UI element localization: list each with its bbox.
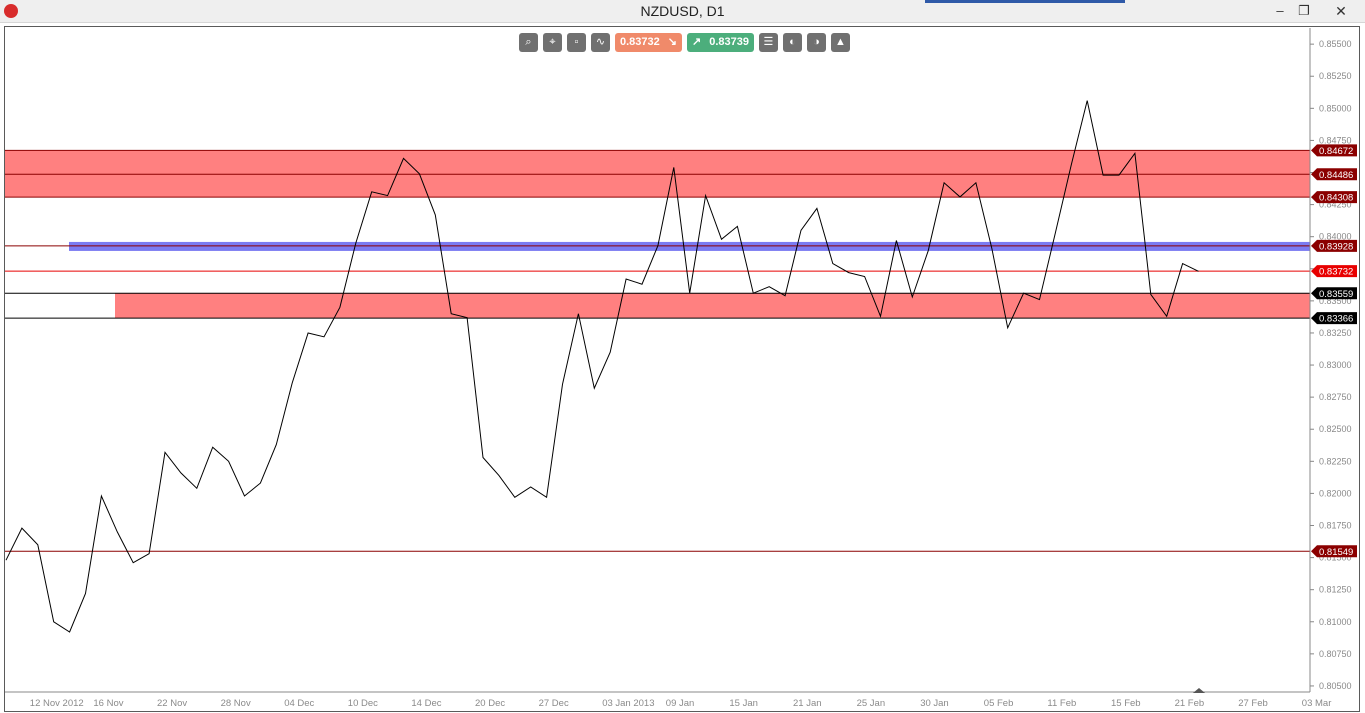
template-icon[interactable]: ▲: [830, 33, 850, 52]
y-tick-label: 0.84750: [1319, 135, 1352, 145]
y-tick-label: 0.82750: [1319, 392, 1352, 402]
y-tick-label: 0.80500: [1319, 681, 1352, 691]
y-tick-label: 0.85000: [1319, 103, 1352, 113]
x-tick-label: 15 Feb: [1111, 698, 1141, 709]
price-chart[interactable]: 0.855000.852500.850000.847500.845000.842…: [0, 0, 1365, 713]
y-tick-label: 0.80750: [1319, 649, 1352, 659]
y-tick-label: 0.82250: [1319, 456, 1352, 466]
buy-arrow-icon: ↗: [691, 36, 702, 48]
y-tick-label: 0.81750: [1319, 520, 1352, 530]
y-tick-label: 0.82000: [1319, 488, 1352, 498]
x-tick-label: 27 Feb: [1238, 698, 1268, 709]
x-tick-label: 12 Nov 2012: [30, 698, 84, 709]
current-bar-marker: [1193, 688, 1205, 693]
x-tick-label: 11 Feb: [1047, 698, 1076, 709]
x-tick-label: 04 Dec: [284, 698, 314, 709]
y-tick-label: 0.81250: [1319, 585, 1352, 595]
level-badge-label: 0.83559: [1319, 289, 1353, 300]
crosshair-settings-icon[interactable]: ⌖: [543, 33, 562, 52]
level-badge-label: 0.84672: [1319, 146, 1353, 157]
x-tick-label: 20 Dec: [475, 698, 505, 709]
level-badge: 0.83366: [1311, 312, 1357, 325]
sell-arrow-icon: ↘: [667, 36, 677, 48]
x-tick-label: 30 Jan: [920, 698, 949, 709]
alert-icon[interactable]: ◑: [806, 33, 826, 52]
resistance-support-zone: [115, 293, 1310, 319]
x-tick-label: 27 Dec: [539, 698, 569, 709]
y-tick-label: 0.85500: [1319, 39, 1352, 49]
zoom-icon[interactable]: ⌕: [519, 33, 538, 52]
buy-button[interactable]: ↗ 0.83739: [686, 33, 754, 52]
y-tick-label: 0.82500: [1319, 424, 1352, 434]
x-tick-label: 28 Nov: [221, 698, 251, 709]
chart-toolbar: ⌕ ⌖ ▫ ∿ 0.83732 ↘ ↗ 0.83739 ☰ ◐ ◑ ▲: [519, 33, 850, 52]
sell-price: 0.83732: [620, 36, 660, 48]
x-tick-label: 09 Jan: [666, 698, 695, 709]
level-badge-label: 0.83928: [1319, 241, 1353, 252]
x-tick-label: 21 Feb: [1175, 698, 1205, 709]
y-tick-label: 0.83000: [1319, 360, 1352, 370]
level-badge: 0.83559: [1311, 287, 1357, 300]
level-badge: 0.84486: [1311, 168, 1357, 181]
chart-type-icon[interactable]: ∿: [591, 33, 610, 52]
level-badge-label: 0.81549: [1319, 547, 1353, 558]
x-tick-label: 22 Nov: [157, 698, 187, 709]
level-badge-label: 0.84486: [1319, 170, 1353, 181]
resistance-support-zone: [5, 150, 1310, 198]
level-badge-label: 0.84308: [1319, 193, 1353, 204]
x-tick-label: 03 Mar: [1302, 698, 1332, 709]
level-badge-label: 0.83366: [1319, 314, 1353, 325]
y-tick-label: 0.85250: [1319, 71, 1352, 81]
x-tick-label: 14 Dec: [411, 698, 441, 709]
data-window-icon[interactable]: ▫: [567, 33, 586, 52]
sell-button[interactable]: 0.83732 ↘: [615, 33, 682, 52]
y-tick-label: 0.81000: [1319, 617, 1352, 627]
buy-price: 0.83739: [709, 36, 749, 48]
x-tick-label: 03 Jan 2013: [602, 698, 654, 709]
level-badge-label: 0.83732: [1319, 267, 1353, 278]
x-tick-label: 21 Jan: [793, 698, 822, 709]
pending-order-icon[interactable]: ◐: [782, 33, 802, 52]
trade-list-icon[interactable]: ☰: [758, 33, 778, 52]
y-tick-label: 0.83250: [1319, 328, 1352, 338]
x-tick-label: 25 Jan: [857, 698, 886, 709]
level-badge: 0.81549: [1311, 545, 1357, 558]
level-badge: 0.84672: [1311, 144, 1357, 157]
x-tick-label: 10 Dec: [348, 698, 378, 709]
x-tick-label: 15 Jan: [729, 698, 758, 709]
level-badge: 0.84308: [1311, 191, 1357, 204]
level-badge: 0.83928: [1311, 239, 1357, 252]
level-badge: 0.83732: [1311, 265, 1357, 278]
x-tick-label: 05 Feb: [984, 698, 1014, 709]
x-tick-label: 16 Nov: [93, 698, 123, 709]
